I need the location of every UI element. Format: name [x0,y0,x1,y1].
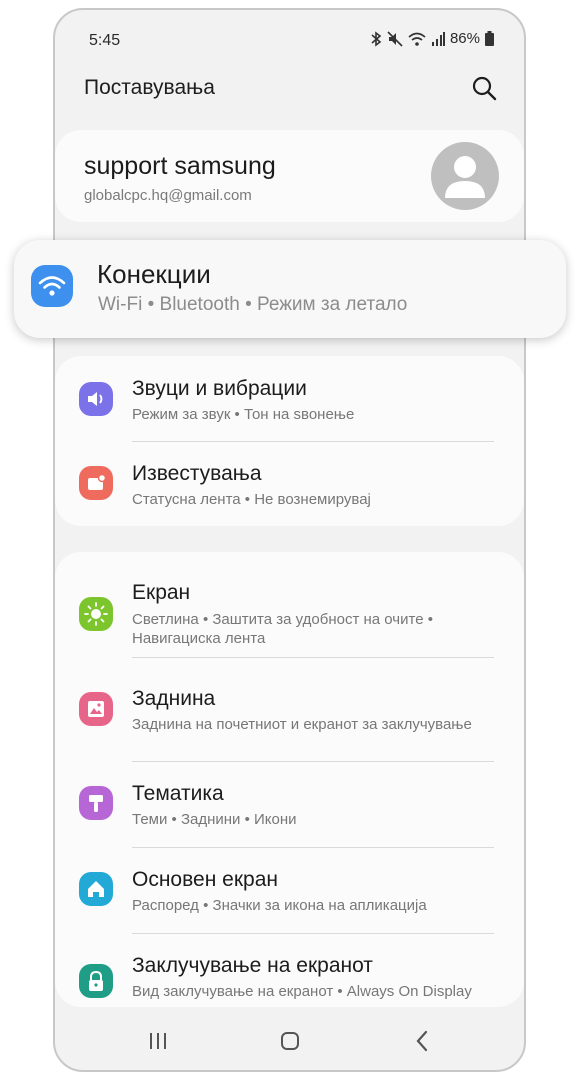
notification-icon [79,466,113,500]
settings-group-display: Екран Светлина • Заштита за удобност на … [55,552,524,1007]
battery-icon [485,31,494,46]
item-title: Тематика [132,782,224,805]
signal-icon [431,31,445,46]
search-icon [472,76,497,101]
bluetooth-icon [371,30,382,47]
page-title: Поставувања [84,76,215,99]
item-icon-badge [79,382,113,416]
search-button[interactable] [470,74,498,102]
home-button-icon [281,1032,299,1050]
item-title: Звуци и вибрации [132,377,307,400]
avatar[interactable] [431,142,499,210]
item-icon-badge [79,964,113,998]
account-email: globalcpc.hq@gmail.com [84,187,252,204]
list-item[interactable]: Известувања Статусна лента • Не вознемир… [55,442,524,526]
status-bar: 5:45 86% [55,10,524,66]
item-title: Екран [132,581,191,604]
back-icon [416,1030,428,1052]
item-icon-badge [79,597,113,631]
phone-frame: 5:45 86% Поставувања support samsung glo… [53,8,526,1072]
list-item[interactable]: Екран Светлина • Заштита за удобност на … [55,552,524,658]
item-subtitle: Вид заклучување на екранот • Always On D… [132,983,472,1000]
item-title: Известувања [132,462,262,485]
connections-item[interactable]: Конекции Wi-Fi • Bluetooth • Режим за ле… [14,240,566,338]
recents-icon [150,1033,166,1049]
system-icons: 86% [371,30,494,47]
list-item[interactable]: Звуци и вибрации Режим за звук • Тон на … [55,356,524,442]
brush-icon [79,786,113,820]
account-name: support samsung [84,152,276,180]
connections-icon-badge [31,265,73,307]
connections-subtitle: Wi-Fi • Bluetooth • Режим за летало [98,294,408,315]
item-icon-badge [79,872,113,906]
item-subtitle: Светлина • Заштита за удобност на очите … [132,611,433,647]
recents-button[interactable] [143,1026,173,1056]
item-icon-badge [79,466,113,500]
back-button[interactable] [407,1026,437,1056]
lock-icon [79,964,113,998]
mute-icon [387,30,403,47]
person-icon [445,156,485,198]
settings-group-sound-notifications: Звуци и вибрации Режим за звук • Тон на … [55,356,524,526]
account-card[interactable]: support samsung globalcpc.hq@gmail.com [55,130,524,222]
speaker-icon [79,382,113,416]
sun-icon [79,597,113,631]
item-subtitle: Теми • Заднини • Икони [132,811,297,828]
navigation-bar [55,1010,524,1070]
image-icon [79,692,113,726]
item-title: Заклучување на екранот [132,954,373,977]
item-icon-badge [79,786,113,820]
battery-percent: 86% [449,30,480,47]
list-item[interactable]: Заднина Заднина на почетниот и екранот з… [55,658,524,762]
home-nav-button[interactable] [275,1026,305,1056]
status-time: 5:45 [89,32,121,49]
list-item[interactable]: Основен екран Распоред • Значки за икона… [55,848,524,934]
list-item[interactable]: Заклучување на екранот Вид заклучување н… [55,934,524,1007]
home-icon [79,872,113,906]
wifi-icon [38,276,66,296]
connections-title: Конекции [97,259,211,289]
item-subtitle: Заднина на почетниот и екранот за заклуч… [132,716,472,733]
wifi-icon [408,32,426,46]
item-icon-badge [79,692,113,726]
list-item[interactable]: Тематика Теми • Заднини • Икони [55,762,524,848]
item-subtitle: Распоред • Значки за икона на апликација [132,897,427,914]
item-title: Основен екран [132,868,278,891]
item-title: Заднина [132,687,216,710]
item-subtitle: Режим за звук • Тон на ѕвонење [132,406,355,423]
item-subtitle: Статусна лента • Не вознемирувај [132,491,371,508]
